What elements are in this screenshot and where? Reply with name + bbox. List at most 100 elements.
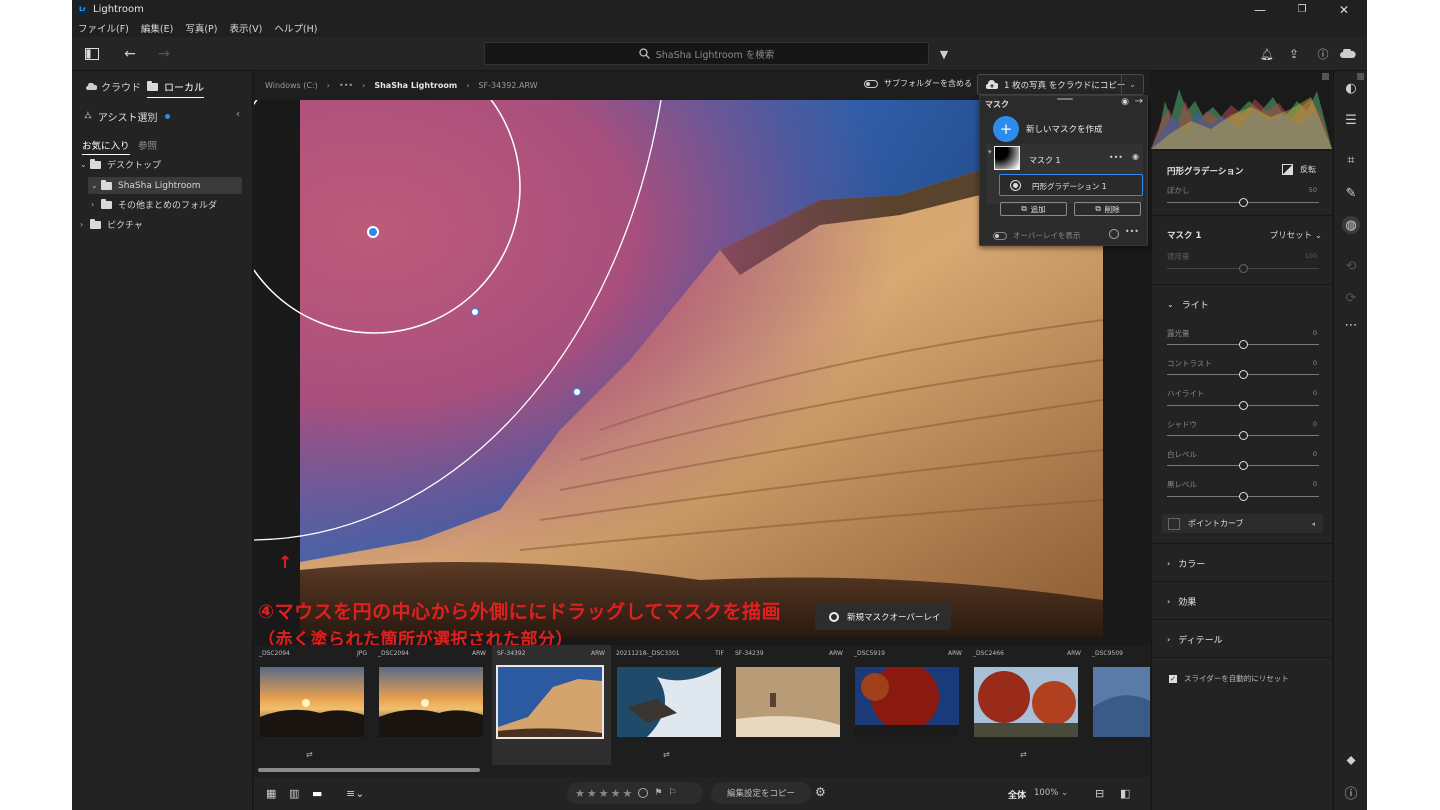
menu-help[interactable]: ヘルプ(H) (274, 21, 317, 35)
filmstrip-thumb[interactable]: _DSC2094 JPG ⇄ (254, 645, 373, 765)
zoom-level[interactable]: 100% ⌄ (1034, 788, 1068, 798)
slider-thumb[interactable] (1239, 492, 1248, 501)
edit-sliders-icon[interactable]: ☰ (1342, 111, 1360, 129)
section-light[interactable]: ⌄ ライト (1167, 298, 1209, 311)
notification-bell-icon[interactable]: 🔔︎ (1257, 45, 1277, 63)
assist-culling[interactable]: ⛼ アシスト選別 (84, 109, 171, 124)
share-icon[interactable]: ⇪ (1284, 45, 1304, 63)
highlights-slider[interactable] (1167, 401, 1319, 410)
healing-brush-icon[interactable]: ✎ (1342, 184, 1360, 202)
tab-browse[interactable]: 参照 (138, 138, 157, 152)
tab-favorites[interactable]: お気に入り (82, 138, 130, 155)
breadcrumb-drive[interactable]: Windows (C:) (265, 81, 318, 90)
filter-icon[interactable]: ▼ (934, 45, 954, 63)
tab-local[interactable]: ローカル (147, 79, 204, 98)
preset-dropdown[interactable]: プリセット ⌄ (1270, 229, 1322, 241)
delete-mask-button[interactable]: ⧉ 削除 (1074, 202, 1141, 216)
overlay-color-icon[interactable] (1109, 229, 1119, 239)
rating-and-flag-bar[interactable]: ★★★★★ ⚑ ⚐ (567, 782, 703, 804)
more-options-icon[interactable]: ⋯ (1342, 316, 1360, 334)
help-icon[interactable]: ⓘ (1313, 45, 1333, 63)
copy-to-cloud-button[interactable]: 1 枚の写真 をクラウドにコピー ⌄ (977, 74, 1144, 95)
filmstrip-scrollbar[interactable] (258, 768, 480, 772)
whites-slider[interactable] (1167, 461, 1319, 470)
gradient-center-handle[interactable] (367, 226, 379, 238)
zoom-fit-label[interactable]: 全体 (1008, 788, 1026, 801)
amount-slider[interactable] (1167, 264, 1319, 273)
breadcrumb-folder[interactable]: ShaSha Lightroom (374, 81, 457, 90)
menu-edit[interactable]: 編集(E) (141, 21, 173, 35)
feather-slider[interactable] (1167, 198, 1319, 207)
filmstrip-thumb[interactable]: _DSC2466 ARW ⇄ (968, 645, 1087, 765)
create-new-mask-button[interactable]: + 新しいマスクを作成 (993, 116, 1103, 142)
filmstrip-thumb[interactable]: 20211218-_DSC3301 TIF ⇄ (611, 645, 730, 765)
panel-toggle-icon[interactable] (82, 45, 102, 63)
sort-icon[interactable]: ≡⌄ (346, 787, 364, 800)
slider-thumb[interactable] (1239, 370, 1248, 379)
more-options-icon[interactable]: ••• (1109, 153, 1123, 162)
visibility-eye-icon[interactable]: ◉ (1132, 152, 1139, 161)
slider-thumb[interactable] (1239, 431, 1248, 440)
forward-arrow-icon[interactable]: → (154, 45, 174, 63)
section-color[interactable]: › カラー (1167, 557, 1205, 570)
pick-flag-icon[interactable]: ⚑ (654, 788, 664, 798)
include-subfolders-toggle[interactable]: サブフォルダーを含める (864, 78, 972, 89)
menu-photo[interactable]: 写真(P) (185, 21, 217, 35)
filmstrip-thumb[interactable]: _DSC2094 ARW (373, 645, 492, 765)
tree-item-desktop[interactable]: ⌄ デスクトップ (80, 156, 242, 173)
exposure-slider[interactable] (1167, 340, 1319, 349)
chevron-down-icon[interactable]: ⌄ (1121, 75, 1143, 94)
filmstrip-thumb-selected[interactable]: SF-34392 ARW (492, 645, 611, 765)
square-grid-view-icon[interactable]: ▥ (289, 787, 299, 800)
contrast-slider[interactable] (1167, 370, 1319, 379)
copy-settings-button[interactable]: 編集設定をコピー (711, 782, 811, 804)
slider-thumb[interactable] (1239, 198, 1248, 207)
back-arrow-icon[interactable]: ← (120, 45, 140, 63)
search-input[interactable]: ShaSha Lightroom を検索 (484, 42, 929, 65)
show-overlay-toggle[interactable]: オーバーレイを表示 (993, 230, 1080, 241)
grid-view-icon[interactable]: ▦ (266, 787, 276, 800)
breadcrumb-ellipsis[interactable]: ••• (339, 81, 353, 90)
slider-thumb[interactable] (1239, 340, 1248, 349)
slider-thumb[interactable] (1239, 264, 1248, 273)
tree-item-other-folders[interactable]: › その他まとめのフォルダ (91, 196, 217, 213)
close-button[interactable]: ✕ (1324, 0, 1364, 19)
slider-thumb[interactable] (1239, 461, 1248, 470)
shadows-slider[interactable] (1167, 431, 1319, 440)
clipping-indicator-icon[interactable] (1322, 73, 1329, 80)
tag-icon[interactable]: ⬥ (1342, 751, 1360, 769)
filmstrip-thumb[interactable]: _DSC9509 (1087, 645, 1150, 765)
reject-circle-icon[interactable] (638, 788, 649, 798)
minimize-button[interactable]: — (1240, 0, 1280, 19)
drag-handle[interactable] (1057, 98, 1073, 100)
crop-icon[interactable]: ⌗ (1342, 151, 1360, 169)
menu-view[interactable]: 表示(V) (229, 21, 262, 35)
new-mask-overlay-button[interactable]: 新規マスクオーバーレイ (815, 604, 951, 630)
compare-icon[interactable]: ⊟ (1095, 787, 1104, 800)
mask-name[interactable]: マスク 1 (1029, 155, 1061, 166)
gradient-outer-handle[interactable] (573, 388, 581, 396)
invert-button[interactable]: 反転 (1282, 164, 1316, 175)
tree-item-pictures[interactable]: › ピクチャ (80, 216, 143, 233)
history-icon[interactable]: ⟲ (1342, 257, 1360, 275)
mask-component-radial[interactable]: 円形グラデーション 1 (999, 174, 1143, 196)
profile-icon[interactable]: ◐ (1342, 79, 1360, 97)
menu-file[interactable]: ファイル(F) (78, 21, 129, 35)
gear-icon[interactable]: ⚙ (815, 785, 826, 799)
maximize-button[interactable]: ❐ (1282, 0, 1322, 19)
before-after-icon[interactable]: ◧ (1120, 787, 1130, 800)
point-curve-button[interactable]: ポイントカーブ ◂ (1162, 514, 1323, 533)
visibility-eye-icon[interactable]: ◉ (1121, 97, 1129, 107)
info-icon[interactable]: ⓘ (1342, 783, 1360, 802)
collapse-panel-icon[interactable]: ‹ (236, 109, 240, 120)
add-mask-button[interactable]: ⧉ 追加 (1000, 202, 1067, 216)
section-detail[interactable]: › ディテール (1167, 633, 1223, 646)
slider-thumb[interactable] (1239, 401, 1248, 410)
star-rating[interactable]: ★★★★★ (575, 787, 634, 800)
chevron-down-icon[interactable]: ▾ (988, 148, 992, 156)
filmstrip-thumb[interactable]: _DSC5919 ARW (849, 645, 968, 765)
section-effects[interactable]: › 効果 (1167, 595, 1196, 608)
collapse-arrow-icon[interactable]: → (1135, 96, 1143, 107)
detail-view-icon[interactable]: ▬ (312, 787, 322, 800)
auto-reset-checkbox[interactable]: ✓ スライダーを自動的にリセット (1169, 673, 1289, 684)
